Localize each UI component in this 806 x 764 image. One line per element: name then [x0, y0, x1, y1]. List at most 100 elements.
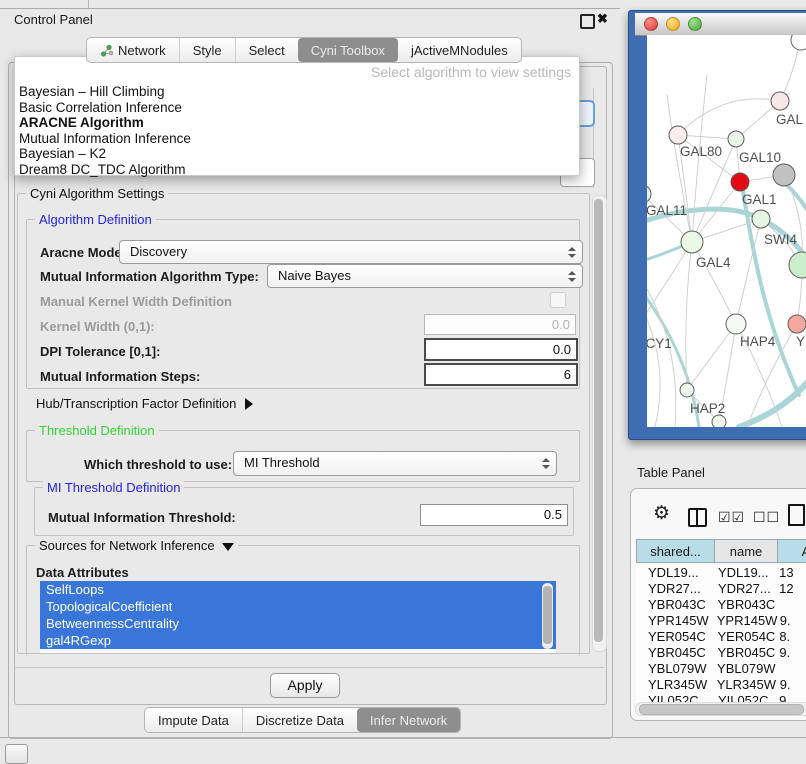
- table-cell: YER054C: [636, 629, 713, 645]
- algorithm-option-aracne-algorithm[interactable]: ARACNE Algorithm: [19, 115, 575, 131]
- network-node-swi4[interactable]: [752, 210, 770, 228]
- column-header-shared[interactable]: shared...: [636, 539, 715, 563]
- close-traffic-light[interactable]: [644, 17, 658, 31]
- network-node-label: GAL4: [696, 255, 731, 270]
- hub-definition-expander[interactable]: Hub/Transcription Factor Definition: [36, 396, 253, 411]
- network-node-label: GAL10: [739, 150, 781, 165]
- column-header-name[interactable]: name: [714, 539, 778, 563]
- export-table-icon[interactable]: [788, 504, 805, 526]
- network-node-y[interactable]: [788, 315, 806, 333]
- corner-button[interactable]: [5, 744, 28, 764]
- table-row[interactable]: YLR345WYLR345W9.: [636, 677, 806, 693]
- mi-algorithm-type-select[interactable]: Naive Bayes: [267, 264, 583, 288]
- network-node[interactable]: [712, 415, 726, 427]
- data-attribute-option-topologicalcoefficient[interactable]: TopologicalCoefficient: [40, 598, 556, 615]
- table-cell: YPR145W: [636, 613, 712, 629]
- algorithm-option-mutual-information-inference[interactable]: Mutual Information Inference: [19, 131, 575, 147]
- network-view-window[interactable]: GALGAL80GAL10GAL1GAL11SWI4GAL4GCY1HAP4YH…: [628, 10, 806, 440]
- table-row[interactable]: YBL079WYBL079W: [636, 661, 806, 677]
- bottom-tab-bar: Impute DataDiscretize DataInfer Network: [144, 707, 461, 733]
- network-node-gal1[interactable]: [731, 173, 749, 191]
- algorithm-option-bayesian-hill-climbing[interactable]: Bayesian – Hill Climbing: [19, 84, 575, 100]
- settings-scrollbar-thumb[interactable]: [594, 199, 603, 642]
- table-row[interactable]: YBR045CYBR045C9.: [636, 645, 806, 661]
- algorithm-definition-label: Algorithm Definition: [35, 212, 156, 227]
- table-cell: 9.: [776, 613, 806, 629]
- mi-steps-field[interactable]: 6: [424, 363, 578, 386]
- manual-kernel-width-checkbox[interactable]: [550, 292, 566, 308]
- sources-label: Sources for Network Inference: [39, 538, 215, 553]
- dpi-tolerance-field[interactable]: 0.0: [424, 338, 578, 361]
- attributes-scrollbar-thumb[interactable]: [543, 586, 552, 644]
- algorithm-option-bayesian-k2[interactable]: Bayesian – K2: [19, 146, 575, 162]
- column-header-a[interactable]: A: [777, 539, 806, 563]
- mi-algorithm-type-label: Mutual Information Algorithm Type:: [40, 269, 259, 284]
- network-node-gal80[interactable]: [669, 126, 687, 144]
- tab-cyni-toolbox[interactable]: Cyni Toolbox: [298, 38, 398, 62]
- select-all-columns-icon[interactable]: ☑☑: [718, 509, 745, 526]
- stepper-icon: [542, 452, 551, 475]
- table-cell: YBR043C: [713, 597, 776, 613]
- show-columns-icon[interactable]: [688, 508, 707, 527]
- tab-discretize-data[interactable]: Discretize Data: [242, 708, 357, 732]
- tab-network[interactable]: Network: [87, 38, 179, 62]
- kernel-width-label: Kernel Width (0,1):: [40, 319, 155, 334]
- control-panel-top-tick: [88, 0, 89, 8]
- data-attributes-label: Data Attributes: [36, 565, 129, 580]
- network-node-gal[interactable]: [771, 92, 789, 110]
- network-node-label: GAL11: [647, 203, 687, 218]
- network-window-titlebar[interactable]: [635, 13, 806, 36]
- apply-button[interactable]: Apply: [270, 673, 340, 698]
- tab-jactivemnodules[interactable]: jActiveMNodules: [398, 38, 521, 62]
- network-node[interactable]: [773, 164, 795, 186]
- aracne-mode-label: Aracne Mode:: [40, 245, 126, 260]
- float-window-icon[interactable]: [580, 14, 595, 29]
- table-row[interactable]: YBR043CYBR043C: [636, 597, 806, 613]
- table-panel-title: Table Panel: [637, 465, 705, 480]
- mi-steps-label: Mutual Information Steps:: [40, 369, 200, 384]
- table-hscrollbar-thumb[interactable]: [639, 704, 804, 715]
- table-header: shared...nameA: [636, 539, 806, 563]
- network-node[interactable]: [789, 252, 806, 278]
- table-cell: YDR27...: [636, 581, 713, 597]
- data-attribute-option-selfloops[interactable]: SelfLoops: [40, 581, 556, 598]
- algorithm-option-basic-correlation-inference[interactable]: Basic Correlation Inference: [19, 100, 575, 116]
- minimize-traffic-light[interactable]: [666, 17, 680, 31]
- tab-impute-data[interactable]: Impute Data: [145, 708, 242, 732]
- table-cell: YLR345W: [636, 677, 712, 693]
- tab-infer-network[interactable]: Infer Network: [357, 708, 460, 732]
- table-row[interactable]: YDL19...YDL19...13: [636, 565, 806, 581]
- network-node-gal10[interactable]: [728, 131, 744, 147]
- zoom-traffic-light[interactable]: [688, 17, 702, 31]
- close-icon[interactable]: ✖: [597, 11, 608, 27]
- stepper-icon: [568, 241, 577, 263]
- network-node-gal11[interactable]: [647, 185, 651, 203]
- table-row[interactable]: YER054CYER054C8.: [636, 629, 806, 645]
- algorithm-option-dream8-dc-tdc-algorithm[interactable]: Dream8 DC_TDC Algorithm: [19, 162, 575, 178]
- data-attribute-option-gal4rgexp[interactable]: gal4RGexp: [40, 632, 556, 649]
- table-panel: ⚙ ☑☑ ☐☐ shared...nameA YDL19...YDL19...1…: [630, 488, 806, 721]
- expand-right-icon: [245, 398, 253, 410]
- aracne-mode-select[interactable]: Discovery: [119, 240, 583, 264]
- tab-style[interactable]: Style: [179, 38, 235, 62]
- mi-threshold-field[interactable]: 0.5: [420, 504, 568, 526]
- network-node-hap4[interactable]: [726, 314, 746, 334]
- sources-collapser[interactable]: Sources for Network Inference: [35, 538, 238, 553]
- table-row[interactable]: YPR145WYPR145W9.: [636, 613, 806, 629]
- hub-definition-label: Hub/Transcription Factor Definition: [36, 396, 236, 411]
- which-threshold-select[interactable]: MI Threshold: [233, 451, 557, 476]
- data-attribute-option-betweennesscentrality[interactable]: BetweennessCentrality: [40, 615, 556, 632]
- network-node[interactable]: [791, 35, 806, 50]
- network-canvas[interactable]: GALGAL80GAL10GAL1GAL11SWI4GAL4GCY1HAP4YH…: [647, 35, 806, 427]
- network-node-hap2[interactable]: [680, 383, 694, 397]
- kernel-width-field[interactable]: 0.0: [424, 314, 576, 335]
- tab-label: jActiveMNodules: [411, 43, 508, 58]
- algorithm-dropdown-popup: Select algorithm to view settings Bayesi…: [14, 56, 580, 176]
- table-cell: YBL079W: [636, 661, 712, 677]
- tab-select[interactable]: Select: [235, 38, 298, 62]
- network-node-gal4[interactable]: [681, 231, 703, 253]
- data-attributes-list: SelfLoopsTopologicalCoefficientBetweenne…: [40, 581, 556, 653]
- table-row[interactable]: YDR27...YDR27...12: [636, 581, 806, 597]
- gear-icon[interactable]: ⚙: [653, 504, 670, 523]
- unselect-all-columns-icon[interactable]: ☐☐: [753, 509, 780, 526]
